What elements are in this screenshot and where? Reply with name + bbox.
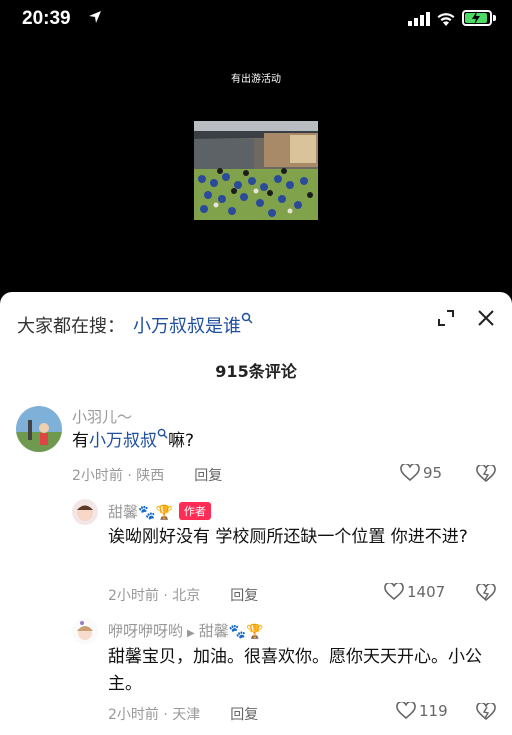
dislike-icon[interactable] [476, 703, 496, 721]
close-icon[interactable] [476, 308, 496, 328]
search-icon [241, 312, 253, 324]
search-prefix: 大家都在搜： [17, 316, 125, 337]
heart-icon [384, 583, 404, 601]
badge-icons: 🐾🏆 [138, 505, 173, 521]
like-button[interactable]: 1407 [384, 583, 445, 601]
location-arrow-icon [89, 11, 101, 23]
comment-text: 甜馨宝贝，加油。很喜欢你。愿你天天开心。小公主。 [108, 647, 482, 694]
reply-button[interactable]: 回复 [230, 588, 258, 604]
comment-username[interactable]: 小羽儿～ [72, 406, 132, 427]
search-icon [157, 428, 168, 439]
avatar[interactable] [16, 406, 62, 452]
expand-icon[interactable] [436, 308, 456, 328]
author-tag: 作者 [178, 502, 211, 520]
heart-icon [396, 702, 416, 720]
reply-button[interactable]: 回复 [194, 468, 222, 484]
wifi-icon [437, 13, 455, 26]
clock: 20:39 [22, 8, 71, 29]
badge-icons: 🐾🏆 [228, 624, 264, 640]
comment-meta: 2小时前 · 陕西 回复 [72, 468, 223, 484]
like-count: 119 [419, 702, 448, 720]
dislike-icon[interactable] [476, 584, 496, 602]
comment-text: 有小万叔叔 嘛? [72, 428, 194, 455]
avatar[interactable] [72, 499, 98, 525]
reply-button[interactable]: 回复 [230, 707, 258, 723]
comment-meta: 2小时前 · 北京 回复 [108, 588, 259, 604]
search-suggestion[interactable]: 大家都在搜： 小万叔叔是谁 [17, 312, 253, 338]
comment-meta: 2小时前 · 天津 回复 [108, 707, 259, 723]
like-count: 1407 [407, 583, 446, 601]
heart-icon [400, 464, 420, 482]
comment-username[interactable]: 咿呀咿呀哟 ▶ 甜馨🐾🏆 [108, 620, 264, 641]
like-button[interactable]: 119 [396, 702, 448, 720]
comment-username[interactable]: 甜馨🐾🏆 作者 [108, 501, 211, 522]
comment-text: 诶呦刚好没有 学校厕所还缺一个位置 你进不进? [108, 527, 468, 547]
signal-icon [408, 12, 430, 26]
avatar[interactable] [72, 618, 98, 644]
status-bar: 20:39 [0, 0, 512, 40]
search-term-link[interactable]: 小万叔叔是谁 [133, 316, 241, 337]
video-title: 有出游活动 [231, 74, 281, 85]
reply-arrow-icon: ▶ [187, 628, 195, 639]
battery-icon [462, 10, 492, 26]
like-count: 95 [423, 464, 443, 482]
comment-count: 915条评论 [215, 362, 297, 381]
dislike-icon[interactable] [476, 465, 496, 483]
search-term-link[interactable]: 小万叔叔 [89, 431, 157, 451]
video-frame[interactable] [194, 121, 318, 220]
like-button[interactable]: 95 [400, 464, 442, 482]
comment-sheet: 大家都在搜： 小万叔叔是谁 915条评论 小羽儿～ 有小万叔叔 嘛? 2小时前 · … [0, 292, 512, 735]
